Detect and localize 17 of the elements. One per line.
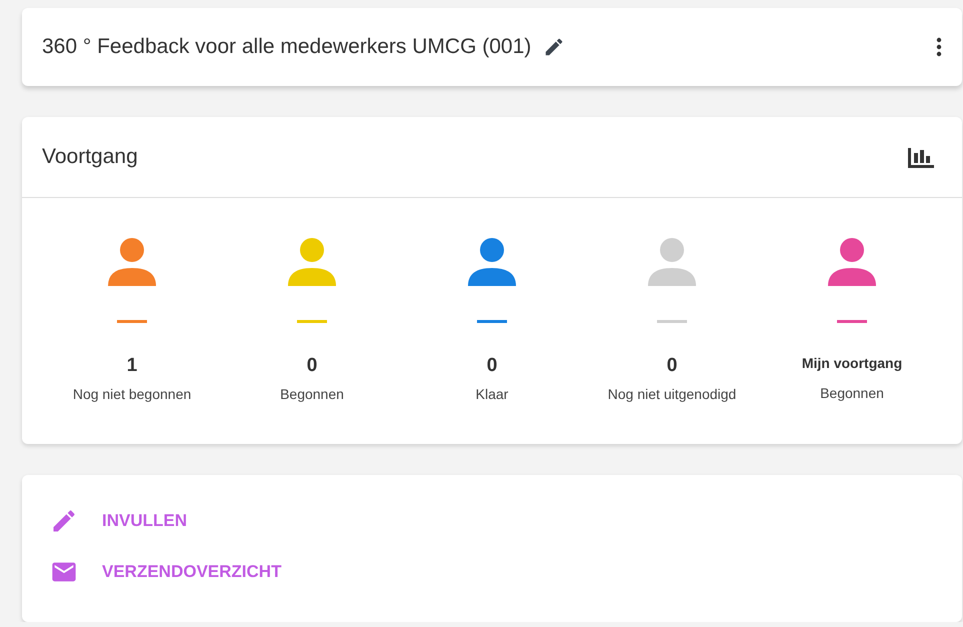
stat-label: Begonnen [280, 386, 344, 402]
section-title: Voortgang [42, 145, 138, 169]
progress-status: Begonnen [820, 385, 884, 401]
more-menu-icon[interactable] [936, 37, 942, 57]
action-link[interactable]: VERZENDOVERZICHT [50, 552, 282, 592]
edit-icon[interactable] [543, 36, 566, 58]
bar-chart-icon[interactable] [908, 146, 934, 168]
stat-count: 1 [126, 355, 138, 377]
stat-label: Nog niet begonnen [72, 386, 192, 402]
stat-count: 0 [666, 355, 678, 377]
stat-label: Klaar [476, 386, 508, 402]
survey-title: 360 ° Feedback voor alle medewerkers UMCG (001) [42, 35, 532, 59]
stat-count: 0 [306, 355, 318, 377]
action-link[interactable]: INVULLEN [50, 501, 187, 542]
stat-count: 0 [486, 355, 498, 377]
stat-label: Nog niet uitgenodigd [608, 386, 736, 402]
progress-label: Mijn voortgang [802, 355, 902, 371]
